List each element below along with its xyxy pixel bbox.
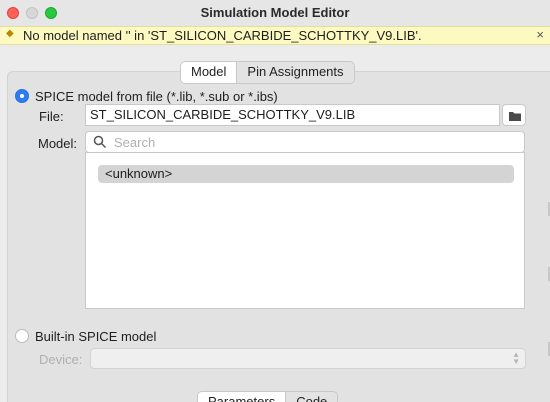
infobar-close-button[interactable]: ×	[536, 27, 544, 42]
model-label: Model:	[38, 136, 78, 151]
chevron-updown-icon: ▲ ▼	[512, 350, 520, 366]
device-select[interactable]: ▲ ▼	[90, 348, 526, 369]
spice-file-radio[interactable]	[15, 89, 29, 103]
tab-code[interactable]: Code	[286, 392, 337, 402]
tab-parameters[interactable]: Parameters	[198, 392, 287, 402]
search-icon	[93, 135, 107, 149]
info-bar: ◆ No model named '' in 'ST_SILICON_CARBI…	[0, 26, 550, 45]
folder-icon	[509, 112, 521, 121]
tab-pin-assignments[interactable]: Pin Assignments	[237, 62, 353, 83]
simulation-model-editor-window: Simulation Model Editor ◆ No model named…	[0, 0, 550, 402]
builtin-option-label: Built-in SPICE model	[35, 329, 157, 344]
list-item[interactable]: <unknown>	[98, 165, 514, 183]
tab-model[interactable]: Model	[181, 62, 238, 83]
model-list[interactable]: <unknown>	[85, 152, 525, 309]
spice-file-option-label: SPICE model from file (*.lib, *.sub or *…	[35, 89, 278, 104]
model-search-input[interactable]: Search	[85, 131, 525, 153]
search-placeholder: Search	[114, 135, 156, 150]
title-bar: Simulation Model Editor	[0, 0, 550, 26]
builtin-spice-radio[interactable]	[15, 329, 29, 343]
info-message: No model named '' in 'ST_SILICON_CARBIDE…	[23, 28, 422, 43]
file-path-field[interactable]: ST_SILICON_CARBIDE_SCHOTTKY_V9.LIB	[85, 104, 500, 126]
file-label: File:	[39, 109, 64, 124]
browse-file-button[interactable]	[502, 104, 526, 126]
lightbulb-icon: ◆	[6, 28, 14, 39]
top-tab-bar: Model Pin Assignments	[180, 61, 355, 84]
window-title: Simulation Model Editor	[200, 5, 350, 20]
device-label: Device:	[39, 352, 83, 367]
window-edge	[545, 92, 550, 402]
bottom-tab-bar: Parameters Code	[197, 391, 339, 402]
